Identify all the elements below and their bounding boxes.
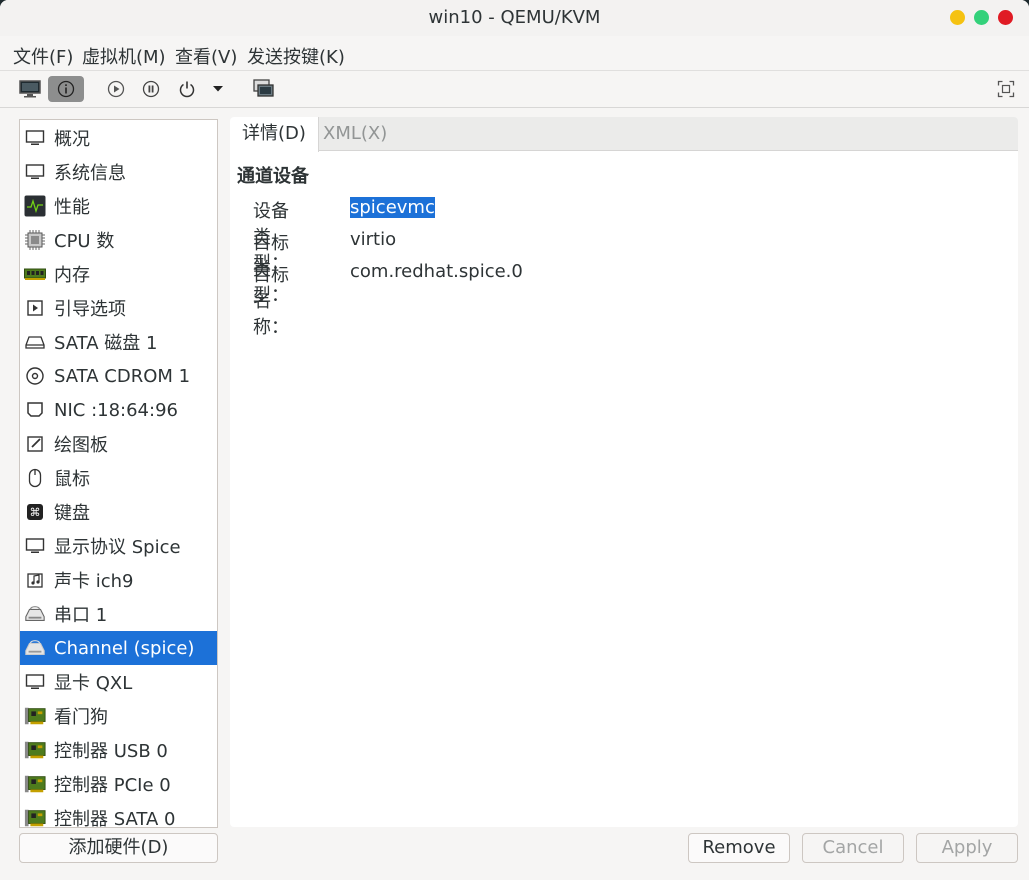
sidebar-item-cpu[interactable]: CPU 数 [20, 223, 217, 257]
sidebar-item-channel-spice[interactable]: Channel (spice) [20, 631, 217, 665]
field-label: 目标名称： [253, 265, 289, 338]
sidebar-item-controller-pcie[interactable]: 控制器 PCIe 0 [20, 767, 217, 801]
mouse-icon [24, 467, 46, 489]
cdrom-icon [24, 365, 46, 387]
close-button[interactable] [998, 10, 1013, 25]
sidebar-item-keyboard[interactable]: ⌘ 键盘 [20, 495, 217, 529]
run-button[interactable] [104, 76, 128, 102]
pause-icon [142, 80, 160, 98]
sidebar-item-memory[interactable]: 内存 [20, 257, 217, 291]
minimize-button[interactable] [950, 10, 965, 25]
window-title: win10 - QEMU/KVM [428, 7, 601, 28]
remove-button[interactable]: Remove [688, 833, 790, 863]
app-window: win10 - QEMU/KVM 文件(F) 虚拟机(M) 查看(V) 发送按键… [0, 0, 1029, 880]
apply-button[interactable]: Apply [916, 833, 1018, 863]
section-title: 通道设备 [237, 166, 309, 187]
sidebar-item-watchdog[interactable]: 看门狗 [20, 699, 217, 733]
toolbar [0, 70, 1029, 108]
sidebar-item-nic[interactable]: NIC :18:64:96 [20, 393, 217, 427]
serial-icon [24, 603, 46, 625]
tab-bar: 详情(D) XML(X) [230, 117, 1018, 152]
console-button[interactable] [17, 76, 43, 102]
performance-icon [24, 195, 46, 217]
dropdown-arrow-icon [213, 86, 223, 92]
memory-icon [24, 263, 46, 285]
sidebar-item-video-qxl[interactable]: 显卡 QXL [20, 665, 217, 699]
monitor-icon [19, 80, 41, 98]
sidebar-item-serial[interactable]: 串口 1 [20, 597, 217, 631]
monitor-icon [24, 671, 46, 693]
sidebar-item-system-info[interactable]: 系统信息 [20, 155, 217, 189]
sidebar-item-mouse[interactable]: 鼠标 [20, 461, 217, 495]
tab-xml[interactable]: XML(X) [311, 117, 399, 151]
snapshots-button[interactable] [251, 76, 277, 102]
menu-view[interactable]: 查看(V) [175, 43, 237, 69]
sidebar-item-sata-cdrom[interactable]: SATA CDROM 1 [20, 359, 217, 393]
tab-details[interactable]: 详情(D) [230, 117, 319, 152]
pci-card-icon [24, 773, 46, 795]
svg-text:⌘: ⌘ [30, 506, 41, 519]
monitor-icon [24, 127, 46, 149]
pause-button[interactable] [139, 76, 163, 102]
network-icon [24, 399, 46, 421]
sidebar-item-controller-sata[interactable]: 控制器 SATA 0 [20, 801, 217, 827]
power-icon [179, 81, 195, 98]
shutdown-button[interactable] [175, 76, 199, 102]
sidebar-item-controller-usb[interactable]: 控制器 USB 0 [20, 733, 217, 767]
monitor-icon [24, 161, 46, 183]
fullscreen-button[interactable] [995, 76, 1017, 102]
sidebar-item-performance[interactable]: 性能 [20, 189, 217, 223]
title-bar: win10 - QEMU/KVM [0, 0, 1029, 36]
fullscreen-icon [997, 80, 1015, 98]
serial-icon [24, 637, 46, 659]
boot-icon [24, 297, 46, 319]
monitor-icon [24, 535, 46, 557]
pci-card-icon [24, 705, 46, 727]
cpu-icon [24, 229, 46, 251]
sidebar-item-display-spice[interactable]: 显示协议 Spice [20, 529, 217, 563]
sidebar-item-tablet[interactable]: 绘图板 [20, 427, 217, 461]
menu-vm[interactable]: 虚拟机(M) [82, 43, 166, 69]
disk-icon [24, 331, 46, 353]
menu-bar: 文件(F) 虚拟机(M) 查看(V) 发送按键(K) [0, 36, 1029, 70]
hardware-list: 概况 系统信息 性能 CPU 数 内存 引导选项 SATA 磁盘 1 SATA [19, 119, 218, 828]
sidebar-item-overview[interactable]: 概况 [20, 121, 217, 155]
play-icon [107, 80, 125, 98]
sidebar-item-boot-options[interactable]: 引导选项 [20, 291, 217, 325]
field-value[interactable]: virtio [350, 229, 396, 250]
maximize-button[interactable] [974, 10, 989, 25]
field-value[interactable]: com.redhat.spice.0 [350, 261, 523, 282]
shutdown-menu-button[interactable] [208, 76, 228, 102]
menu-send-key[interactable]: 发送按键(K) [247, 43, 345, 69]
sidebar-item-sata-disk[interactable]: SATA 磁盘 1 [20, 325, 217, 359]
add-hardware-button[interactable]: 添加硬件(D) [19, 833, 218, 863]
details-panel: 详情(D) XML(X) 通道设备 设备类型： spicevmc 目标类型： v… [230, 117, 1018, 827]
tablet-icon [24, 433, 46, 455]
snapshots-icon [253, 79, 274, 97]
field-value[interactable]: spicevmc [350, 197, 435, 218]
sidebar-item-sound[interactable]: 声卡 ich9 [20, 563, 217, 597]
menu-file[interactable]: 文件(F) [13, 43, 73, 69]
pci-card-icon [24, 739, 46, 761]
details-button[interactable] [48, 76, 84, 102]
pci-card-icon [24, 807, 46, 827]
sound-icon [24, 569, 46, 591]
cancel-button[interactable]: Cancel [802, 833, 904, 863]
info-icon [57, 80, 75, 98]
keyboard-icon: ⌘ [24, 501, 46, 523]
